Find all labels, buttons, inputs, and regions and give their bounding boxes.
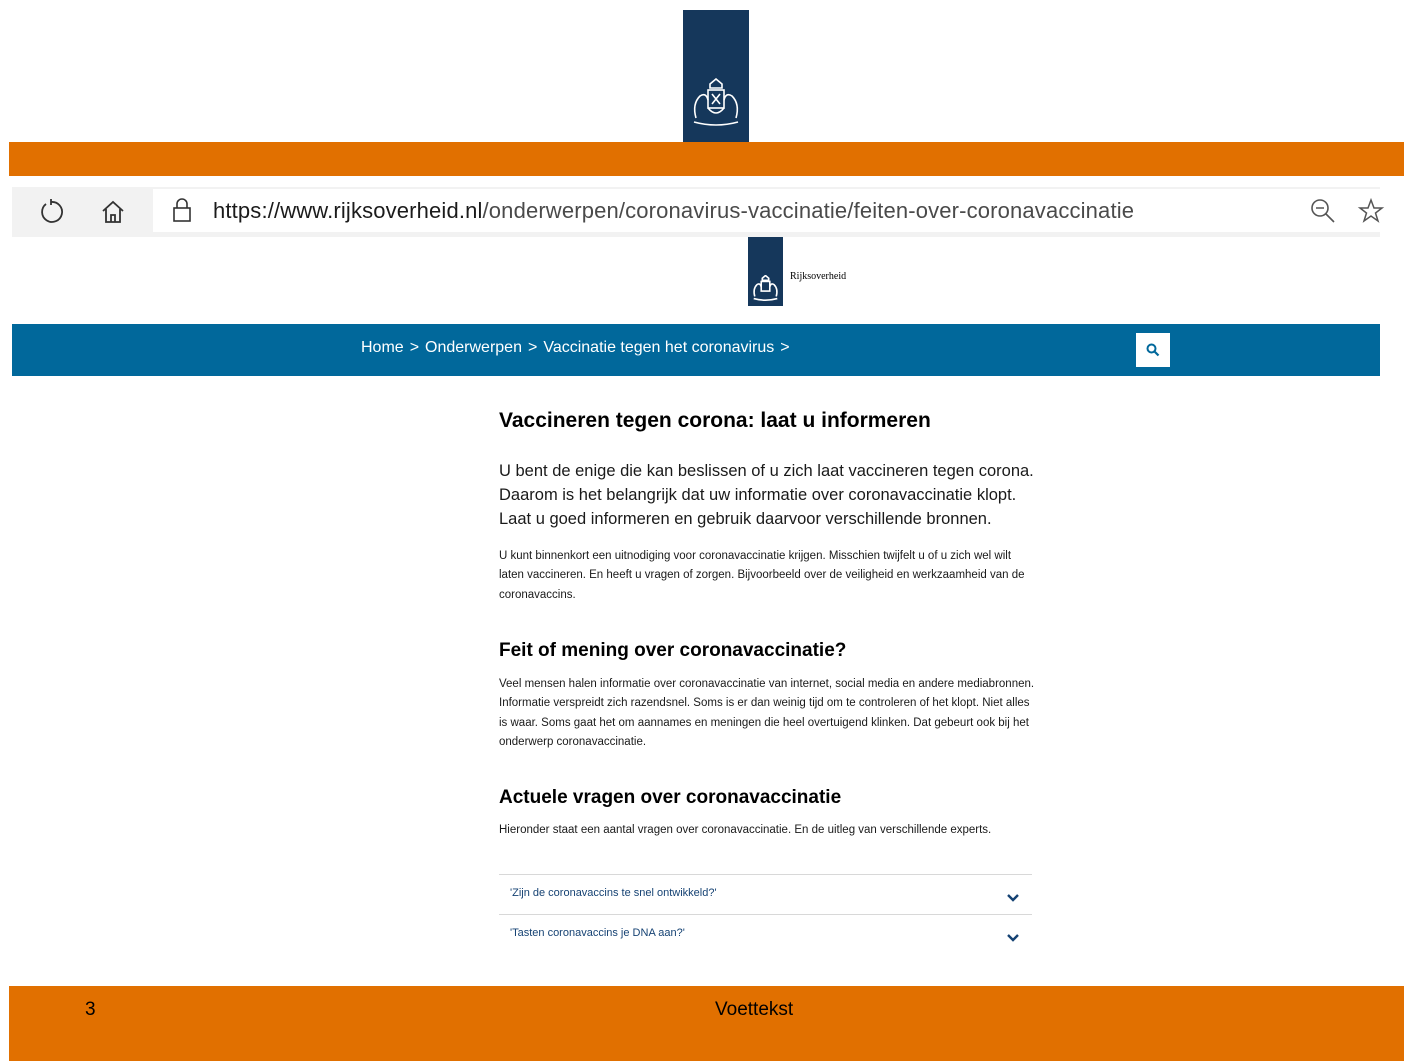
breadcrumb-home[interactable]: Home <box>361 339 404 356</box>
faq-question[interactable]: 'Zijn de coronavaccins te snel ontwikkel… <box>510 887 717 899</box>
breadcrumb-vaccinatie[interactable]: Vaccinatie tegen het coronavirus <box>543 339 774 356</box>
slide-number: 3 <box>85 999 96 1020</box>
site-logo[interactable] <box>748 237 783 306</box>
heading-actuele-vragen: Actuele vragen over coronavaccinatie <box>499 787 842 808</box>
paragraph-uitnodiging: U kunt binnenkort een uitnodiging voor c… <box>499 550 1025 601</box>
coat-of-arms-icon <box>753 275 778 301</box>
coat-of-arms-icon <box>693 78 739 126</box>
rijksoverheid-logo-banner <box>683 10 749 142</box>
footer-text: Voettekst <box>715 999 794 1020</box>
search-button[interactable] <box>1136 333 1170 367</box>
site-name: Rijksoverheid <box>790 271 847 282</box>
browser-toolbar: https://www.rijksoverheid.nl/onderwerpen… <box>12 187 1385 237</box>
url-host: https://www.rijksoverheid.nl <box>213 198 483 223</box>
reload-icon[interactable] <box>36 197 66 227</box>
breadcrumb: Home > Onderwerpen > Vaccinatie tegen het co… <box>361 339 796 357</box>
search-icon <box>1146 343 1160 357</box>
breadcrumb-separator: > <box>527 339 538 356</box>
faq-item[interactable]: 'Zijn de coronavaccins te snel ontwikkel… <box>499 874 1032 915</box>
url-text: https://www.rijksoverheid.nl/onderwerpen… <box>213 198 1134 224</box>
paragraph-informatie: Veel mensen halen informatie over corona… <box>499 678 1035 748</box>
url-path: /onderwerpen/coronavirus-vaccinatie/feit… <box>482 198 1135 223</box>
favorite-star-icon[interactable] <box>1357 197 1385 229</box>
lock-icon <box>171 197 193 227</box>
faq-question[interactable]: 'Tasten coronavaccins je DNA aan?' <box>510 927 685 939</box>
slide-footer: 3 Voettekst <box>9 986 1404 1061</box>
address-bar[interactable]: https://www.rijksoverheid.nl/onderwerpen… <box>153 189 1385 232</box>
page-title: Vaccineren tegen corona: laat u informer… <box>499 409 931 432</box>
breadcrumb-onderwerpen[interactable]: Onderwerpen <box>425 339 522 356</box>
intro-text: U bent de enige die kan beslissen of u z… <box>499 462 1034 528</box>
breadcrumb-separator: > <box>780 339 790 356</box>
faq-item[interactable]: 'Tasten coronavaccins je DNA aan?' <box>499 914 1032 955</box>
breadcrumb-separator: > <box>409 339 420 356</box>
home-icon[interactable] <box>98 197 128 227</box>
zoom-out-icon[interactable] <box>1309 197 1337 229</box>
breadcrumb-bar: Home > Onderwerpen > Vaccinatie tegen het co… <box>12 324 1380 376</box>
heading-feit-of-mening: Feit of mening over coronavaccinatie? <box>499 640 847 661</box>
chevron-down-icon[interactable] <box>1006 928 1020 947</box>
orange-header-band <box>9 142 1404 176</box>
chevron-down-icon[interactable] <box>1006 888 1020 907</box>
paragraph-vragen-intro: Hieronder staat een aantal vragen over c… <box>499 824 992 836</box>
